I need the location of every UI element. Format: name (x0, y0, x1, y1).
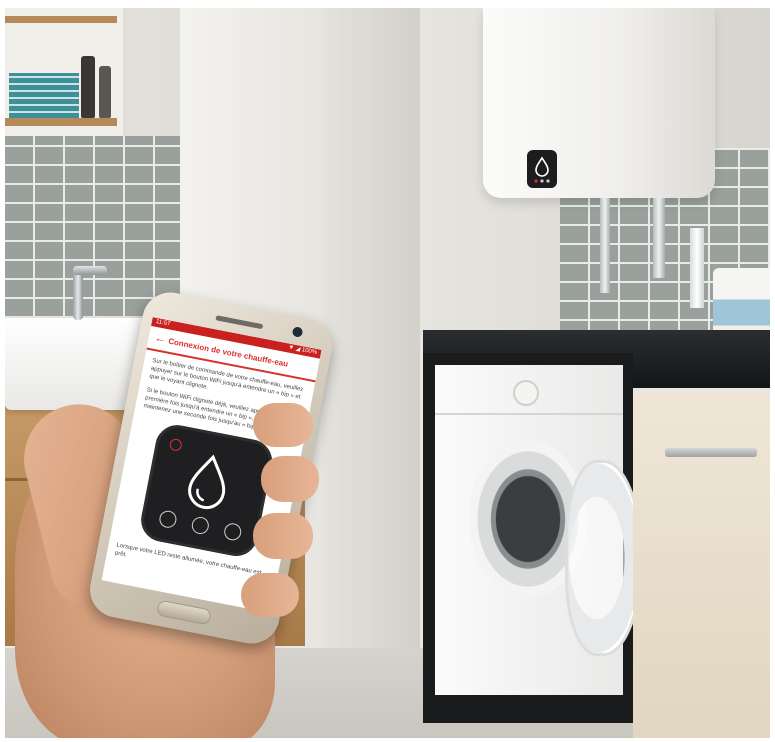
cabinet-handle (665, 448, 757, 457)
water-heater (483, 8, 715, 198)
control-button (157, 509, 178, 530)
control-button (222, 521, 243, 542)
pipe (653, 198, 665, 278)
faucet-spout (73, 266, 107, 275)
finger (253, 513, 313, 559)
phone-speaker (215, 315, 264, 330)
water-drop-icon (188, 454, 226, 510)
photo-scene: 11:57 ▼ ◢ 100% ← Connexion de votre chau… (5, 8, 770, 738)
water-drop-icon (534, 156, 550, 183)
finger (261, 456, 319, 502)
drain-pipe (690, 228, 704, 308)
wall-pillar-side (323, 8, 420, 688)
finger (241, 573, 299, 617)
shelf-board-bottom (5, 118, 117, 126)
tiled-backsplash-left (5, 136, 185, 316)
control-button (190, 515, 211, 536)
phone-camera (291, 326, 304, 338)
bottle (99, 66, 111, 118)
wifi-led (168, 437, 183, 452)
finger (253, 403, 313, 447)
water-heater-control-panel (527, 150, 557, 188)
pipe (600, 198, 610, 293)
washer-control-strip (435, 413, 623, 415)
folded-towels (9, 73, 79, 118)
washer-dial (513, 380, 539, 406)
washer-door (565, 460, 643, 656)
home-button (155, 599, 212, 626)
shelf-board-top (5, 16, 117, 23)
bottle (81, 56, 95, 118)
cabinet-door (633, 393, 770, 738)
